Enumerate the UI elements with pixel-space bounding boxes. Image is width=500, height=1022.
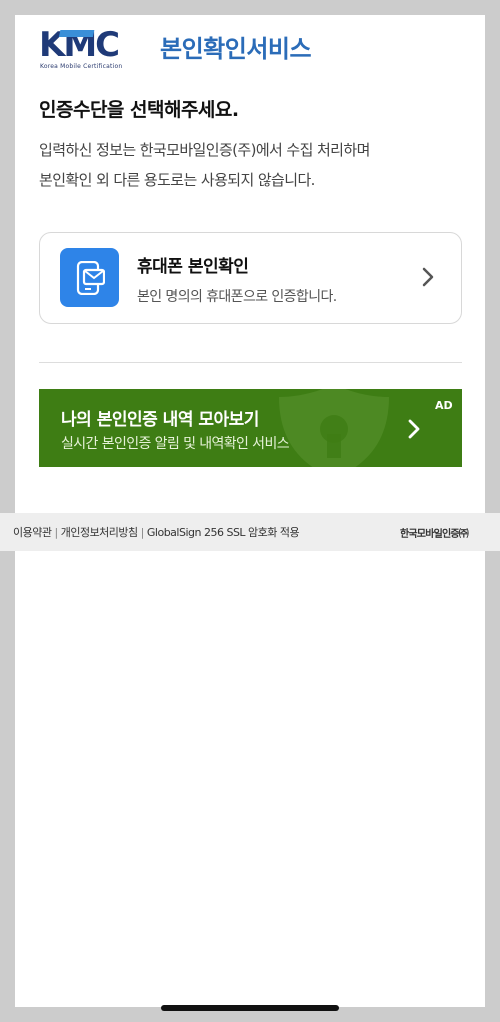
- logo-accent-shape: [58, 30, 95, 37]
- page-container: KMC Korea Mobile Certification 본인확인서비스 인…: [15, 15, 485, 1007]
- intro-heading: 인증수단을 선택해주세요.: [39, 99, 239, 121]
- logo-subtext: Korea Mobile Certification: [40, 63, 123, 70]
- kmc-logo-mark: KMC: [39, 27, 120, 59]
- intro-description-line-2: 본인확인 외 다른 용도로는 사용되지 않습니다.: [39, 171, 315, 189]
- footer-separator: |: [54, 526, 58, 539]
- intro-description-line-1: 입력하신 정보는 한국모바일인증(주)에서 수집 처리하며: [39, 141, 370, 159]
- footer-links: 이용약관 | 개인정보처리방침 | GlobalSign 256 SSL 암호화 적용: [13, 524, 300, 540]
- terms-link[interactable]: 이용약관: [13, 526, 52, 539]
- mobile-verification-card[interactable]: 휴대폰 본인확인 본인 명의의 휴대폰으로 인증합니다.: [39, 232, 462, 324]
- privacy-policy-link[interactable]: 개인정보처리방침: [61, 526, 138, 539]
- footer-brand-logo: 한국모바일인증㈜: [400, 529, 469, 540]
- phone-message-icon: [60, 248, 119, 307]
- divider: [39, 362, 462, 363]
- ad-badge: AD: [435, 399, 453, 412]
- footer-bar: 이용약관 | 개인정보처리방침 | GlobalSign 256 SSL 암호화 적용 …: [0, 513, 500, 551]
- chevron-right-icon: [408, 419, 420, 439]
- page-title: 본인확인서비스: [160, 35, 312, 63]
- intro-description: 입력하신 정보는 한국모바일인증(주)에서 수집 처리하며 본인확인 외 다른 …: [39, 135, 469, 195]
- ad-subtitle: 실시간 본인인증 알림 및 내역확인 서비스: [61, 436, 290, 452]
- header: KMC Korea Mobile Certification 본인확인서비스: [15, 15, 485, 75]
- kmc-logo: KMC Korea Mobile Certification: [39, 27, 139, 73]
- ad-banner[interactable]: 나의 본인인증 내역 모아보기 실시간 본인인증 알림 및 내역확인 서비스 A…: [39, 389, 462, 467]
- method-title: 휴대폰 본인확인: [137, 257, 249, 277]
- shield-lock-icon: [279, 389, 389, 467]
- home-indicator: [161, 1005, 339, 1011]
- method-subtitle: 본인 명의의 휴대폰으로 인증합니다.: [137, 289, 337, 305]
- ssl-notice: GlobalSign 256 SSL 암호화 적용: [146, 526, 300, 539]
- chevron-right-icon: [422, 267, 434, 287]
- footer-separator: |: [140, 526, 145, 539]
- ad-title: 나의 본인인증 내역 모아보기: [61, 410, 259, 430]
